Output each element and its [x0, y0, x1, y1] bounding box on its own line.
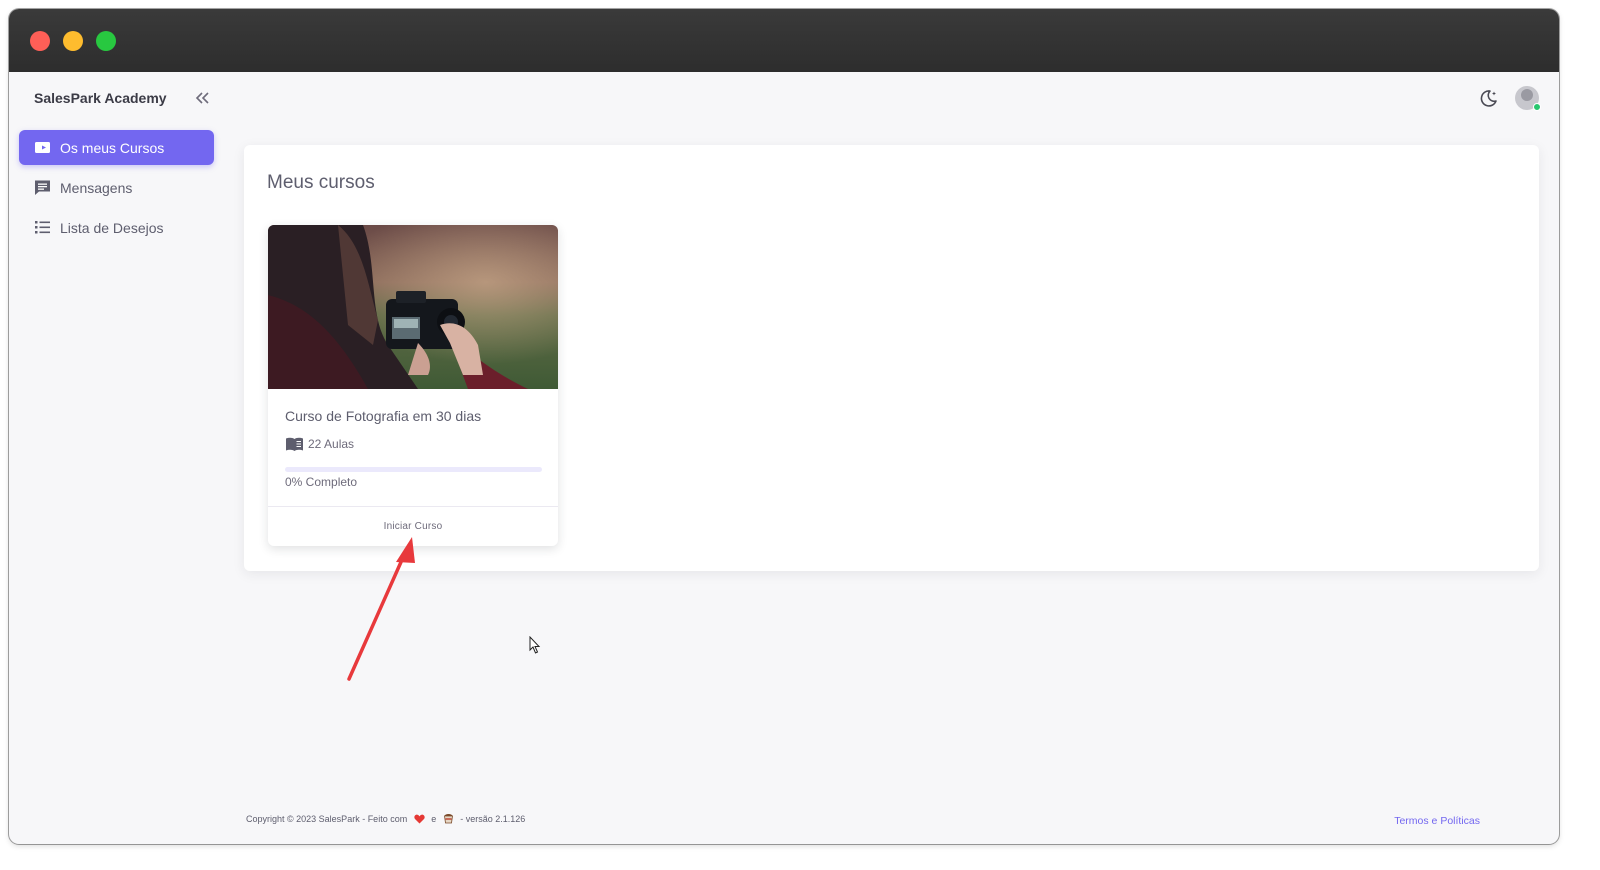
sidebar-item-label: Mensagens [60, 179, 133, 196]
message-icon [35, 180, 50, 195]
maximize-window-button[interactable] [96, 31, 116, 51]
brand-name: SalesPark Academy [34, 90, 167, 106]
header-actions [1479, 86, 1541, 111]
page-title: Meus cursos [267, 172, 375, 193]
user-menu[interactable] [1515, 86, 1541, 111]
sidebar-item-label: Os meus Cursos [60, 139, 165, 156]
copyright-and: e [428, 813, 439, 824]
start-course-button[interactable]: Iniciar Curso [268, 507, 558, 546]
app-window: SalesPark Academy Os meus Cursos Mensage… [9, 9, 1559, 844]
course-title: Curso de Fotografia em 30 dias [285, 408, 482, 424]
copyright-prefix: Copyright © 2023 SalesPark - Feito com [246, 813, 410, 824]
terms-link[interactable]: Termos e Políticas [1394, 815, 1480, 827]
sidebar-nav: Os meus Cursos Mensagens Lista de Desejo… [19, 130, 214, 250]
course-card[interactable]: Curso de Fotografia em 30 dias 22 Aulas … [268, 225, 558, 546]
online-status-badge [1533, 103, 1541, 111]
lesson-count-label: 22 Aulas [308, 437, 355, 451]
lesson-count: 22 Aulas [285, 436, 354, 452]
video-icon [35, 142, 50, 153]
footer-copyright: Copyright © 2023 SalesPark - Feito com e… [246, 813, 525, 824]
list-icon [35, 221, 50, 234]
close-window-button[interactable] [30, 31, 50, 51]
minimize-window-button[interactable] [63, 31, 83, 51]
courses-panel: Meus cursos Curso de Fotografia em 30 di… [244, 145, 1539, 571]
sidebar-item-my-courses[interactable]: Os meus Cursos [19, 130, 214, 165]
course-progress-bar [285, 467, 542, 472]
moon-icon[interactable] [1479, 88, 1499, 108]
course-progress-label: 0% Completo [285, 475, 358, 489]
sidebar-item-label: Lista de Desejos [60, 219, 164, 236]
sidebar-item-messages[interactable]: Mensagens [19, 170, 214, 205]
collapse-sidebar-icon[interactable] [193, 89, 211, 107]
heart-icon [414, 814, 425, 823]
coffee-icon [443, 814, 453, 824]
copyright-suffix: - versão 2.1.126 [457, 813, 526, 824]
sidebar-item-wishlist[interactable]: Lista de Desejos [19, 210, 214, 245]
mouse-cursor-icon [529, 636, 541, 654]
book-icon [286, 437, 303, 451]
title-bar [9, 9, 1559, 72]
course-thumbnail [268, 225, 558, 389]
